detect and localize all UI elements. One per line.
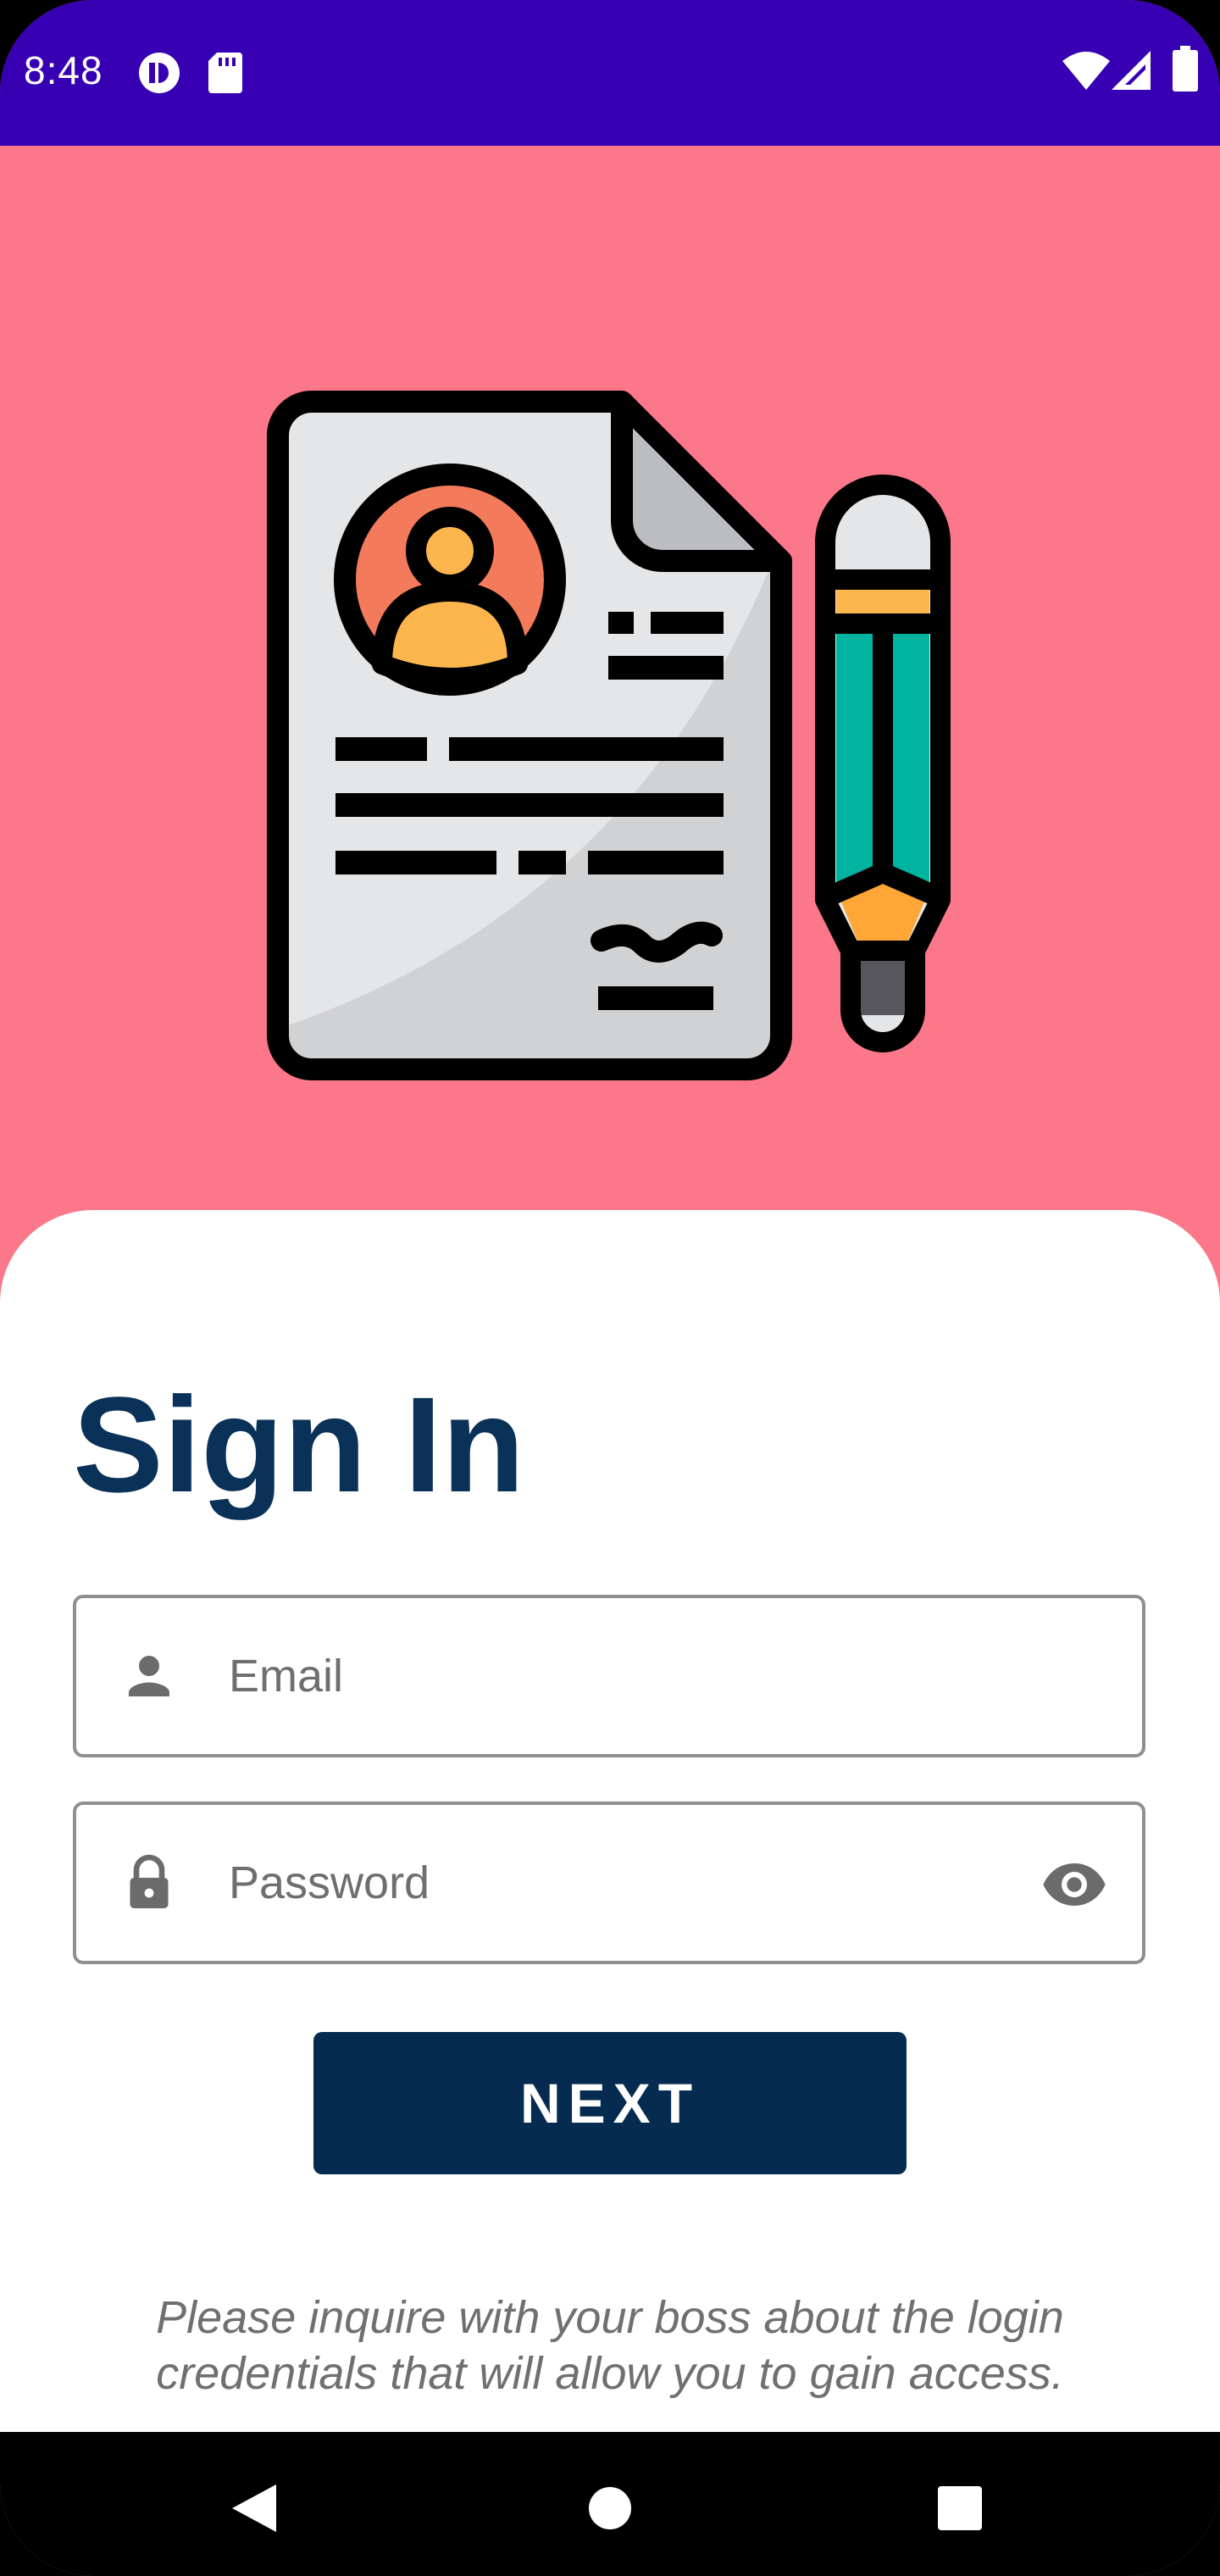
wifi-icon xyxy=(1062,51,1110,93)
status-bar: 8:48 xyxy=(0,0,1220,146)
lock-icon xyxy=(119,1852,180,1913)
battery-icon xyxy=(1173,46,1198,95)
next-button[interactable]: NEXT xyxy=(313,2032,907,2174)
password-input[interactable] xyxy=(229,1830,991,1935)
email-input[interactable] xyxy=(229,1624,991,1729)
status-time: 8:48 xyxy=(24,48,103,92)
password-field[interactable] xyxy=(73,1802,1145,1964)
sign-in-screen: 8:48 Sign In Email NEXT Please inquire w… xyxy=(0,0,1220,2576)
cell-signal-icon xyxy=(1112,51,1151,93)
navigation-bar xyxy=(0,2432,1220,2576)
hero-banner xyxy=(0,146,1220,1213)
eye-icon[interactable] xyxy=(1040,1851,1108,1918)
email-field[interactable] xyxy=(73,1595,1145,1757)
resume-document-illustration xyxy=(267,391,951,1080)
sd-card-icon xyxy=(208,53,242,97)
page-title: Sign In xyxy=(73,1368,525,1520)
back-icon[interactable] xyxy=(232,2484,276,2535)
app-notification-icon xyxy=(137,51,181,98)
recents-icon[interactable] xyxy=(938,2486,982,2534)
person-icon xyxy=(119,1646,180,1707)
credentials-hint: Please inquire with your boss about the … xyxy=(156,2292,1064,2399)
home-icon[interactable] xyxy=(588,2486,632,2534)
